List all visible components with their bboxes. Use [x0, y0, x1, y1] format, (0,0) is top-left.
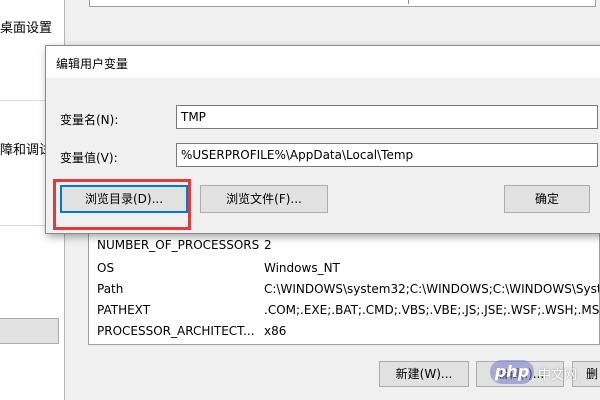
dialog-title-bar[interactable]: 编辑用户变量 [46, 46, 600, 78]
variable-value: x86 [264, 324, 287, 338]
dialog-title: 编辑用户变量 [56, 57, 129, 71]
left-panel-button-fragment[interactable] [0, 318, 59, 344]
table-row[interactable]: PATHEXT .COM;.EXE;.BAT;.CMD;.VBS;.VBE;.J… [89, 300, 599, 320]
browse-directory-button[interactable]: 浏览目录(D)... [60, 185, 188, 213]
table-row[interactable]: NUMBER_OF_PROCESSORS 2 [89, 235, 599, 255]
table-row[interactable]: PROCESSOR_ARCHITECT... x86 [89, 321, 599, 341]
variable-name-label: 变量名(N): [60, 113, 119, 127]
watermark-site-name: 中文网 [538, 368, 578, 383]
watermark: php 中文网 [478, 354, 600, 394]
variable-name: PROCESSOR_ARCHITECT... [97, 324, 255, 338]
browse-file-button[interactable]: 浏览文件(F)... [200, 185, 328, 213]
edit-user-variable-dialog: 编辑用户变量 变量名(N): TMP 变量值(V): %USERPROFILE%… [45, 45, 600, 234]
php-logo: php [490, 360, 534, 384]
system-variables-list[interactable]: NUMBER_OF_PROCESSORS 2 OS Windows_NT Pat… [88, 222, 600, 345]
variable-value-label: 变量值(V): [60, 151, 118, 165]
variable-value: .COM;.EXE;.BAT;.CMD;.VBS;.VBE;.JS;.JSE;.… [264, 303, 600, 317]
variable-value: Windows_NT [264, 261, 340, 275]
user-variables-list[interactable] [89, 0, 596, 7]
table-row[interactable]: Path C:\WINDOWS\system32;C:\WINDOWS;C:\W… [89, 279, 599, 299]
variable-name-input[interactable]: TMP [176, 105, 598, 129]
table-row[interactable]: OS Windows_NT [89, 258, 599, 278]
variable-name: Path [97, 282, 124, 296]
variable-name: NUMBER_OF_PROCESSORS [97, 238, 260, 252]
variable-value: 2 [264, 238, 272, 252]
ok-button[interactable]: 确定 [504, 185, 590, 213]
variable-value-input[interactable]: %USERPROFILE%\AppData\Local\Temp [176, 143, 598, 167]
variable-name: PATHEXT [97, 303, 151, 317]
new-variable-button[interactable]: 新建(W)... [379, 361, 469, 387]
left-panel-text-desktop: 桌面设置 [0, 21, 53, 36]
list-column-divider [408, 0, 409, 4]
variable-value: C:\WINDOWS\system32;C:\WINDOWS;C:\WINDOW… [264, 282, 599, 296]
variable-name: OS [97, 261, 115, 275]
